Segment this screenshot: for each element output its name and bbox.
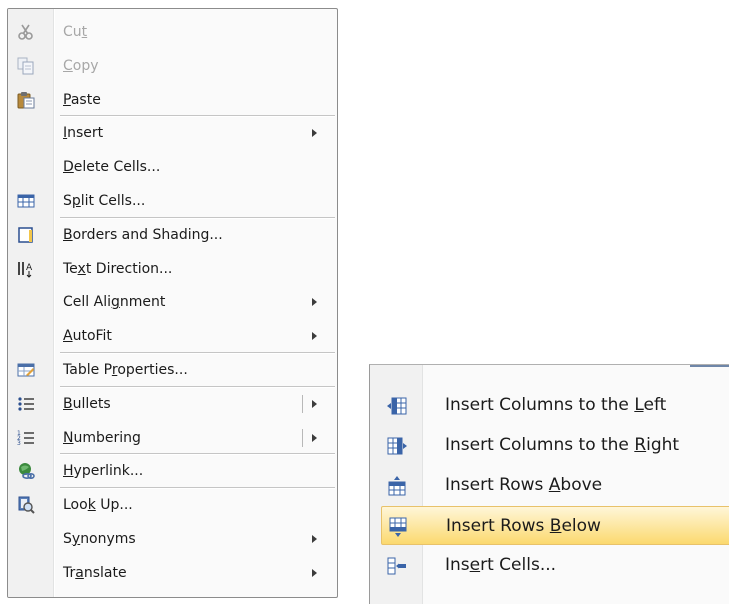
look-up-icon xyxy=(17,496,35,514)
menu-item-hyperlink[interactable]: Hyperlink... xyxy=(8,454,337,488)
menu-item-label: Copy xyxy=(63,57,99,74)
menu-item-insert-rows-above[interactable]: Insert Rows Above xyxy=(370,466,729,505)
menu-item-look-up[interactable]: Look Up... xyxy=(8,488,337,522)
table-properties-icon xyxy=(17,361,35,379)
menu-item-label: Hyperlink... xyxy=(63,463,144,480)
menu-item-label: Synonyms xyxy=(63,530,136,547)
menu-item-synonyms[interactable]: Synonyms xyxy=(8,522,337,556)
menu-item-label: Numbering xyxy=(63,429,141,446)
insert-rows-below-icon xyxy=(388,517,408,537)
split-cells-icon xyxy=(17,192,35,210)
menu-item-copy[interactable]: Copy xyxy=(8,49,337,83)
menu-item-delete-cells[interactable]: Delete Cells... xyxy=(8,150,337,184)
insert-submenu: Insert Columns to the Left Insert Column… xyxy=(369,364,729,604)
split-divider xyxy=(302,394,303,413)
insert-columns-right-icon xyxy=(387,436,407,456)
submenu-arrow-icon xyxy=(312,568,317,577)
submenu-arrow-icon[interactable] xyxy=(312,433,317,442)
menu-item-table-properties[interactable]: Table Properties... xyxy=(8,353,337,387)
menu-item-label: Table Properties... xyxy=(63,361,188,378)
menu-item-label: Insert Rows Below xyxy=(446,516,601,536)
submenu-top-edge xyxy=(690,365,729,367)
menu-item-label: Translate xyxy=(63,564,127,581)
menu-item-autofit[interactable]: AutoFit xyxy=(8,319,337,353)
menu-item-insert[interactable]: Insert xyxy=(8,116,337,150)
menu-item-label: Cut xyxy=(63,24,88,40)
menu-item-translate[interactable]: Translate xyxy=(8,556,337,590)
menu-item-bullets[interactable]: Bullets xyxy=(8,387,337,421)
menu-item-insert-columns-right[interactable]: Insert Columns to the Right xyxy=(370,426,729,465)
insert-rows-above-icon xyxy=(387,476,407,496)
menu-item-label: Split Cells... xyxy=(63,192,146,209)
menu-item-label: Insert Columns to the Right xyxy=(445,435,680,455)
table-context-menu: Cut Copy Paste Insert Delete Cells... Sp… xyxy=(7,8,338,598)
menu-item-label: Insert xyxy=(63,125,104,142)
borders-icon xyxy=(17,226,35,244)
menu-item-label: Insert Rows Above xyxy=(445,475,603,495)
submenu-arrow-icon xyxy=(312,129,317,138)
menu-item-insert-columns-left[interactable]: Insert Columns to the Left xyxy=(370,386,729,425)
submenu-arrow-icon[interactable] xyxy=(312,399,317,408)
menu-item-numbering[interactable]: 123 Numbering xyxy=(8,421,337,455)
submenu-arrow-icon xyxy=(312,332,317,341)
menu-item-cell-alignment[interactable]: Cell Alignment xyxy=(8,285,337,319)
menu-item-label: Insert Cells... xyxy=(445,555,557,575)
text-direction-icon: A xyxy=(17,260,35,278)
bullets-icon xyxy=(17,395,35,413)
menu-item-label: Text Direction... xyxy=(63,260,173,277)
insert-cells-icon xyxy=(387,556,407,576)
hyperlink-icon xyxy=(17,462,35,480)
menu-item-split-cells[interactable]: Split Cells... xyxy=(8,184,337,218)
menu-item-cut[interactable]: Cut xyxy=(8,15,337,49)
menu-item-label: Delete Cells... xyxy=(63,159,161,176)
scissors-icon xyxy=(17,23,35,41)
menu-item-paste[interactable]: Paste xyxy=(8,83,337,117)
paste-icon xyxy=(17,91,35,109)
menu-item-label: Look Up... xyxy=(63,497,133,514)
menu-item-text-direction[interactable]: A Text Direction... xyxy=(8,252,337,286)
copy-icon xyxy=(17,57,35,75)
submenu-arrow-icon xyxy=(312,298,317,307)
menu-item-insert-cells[interactable]: Insert Cells... xyxy=(370,546,729,585)
menu-item-label: Insert Columns to the Left xyxy=(445,395,667,415)
insert-columns-left-icon xyxy=(387,396,407,416)
svg-text:3: 3 xyxy=(17,440,21,447)
submenu-arrow-icon xyxy=(312,534,317,543)
numbering-icon: 123 xyxy=(17,429,35,447)
menu-item-label: AutoFit xyxy=(63,328,112,345)
menu-item-insert-rows-below[interactable]: Insert Rows Below xyxy=(381,506,729,545)
menu-item-label: Paste xyxy=(63,91,101,108)
split-divider xyxy=(302,428,303,447)
menu-item-label: Borders and Shading... xyxy=(63,226,223,243)
menu-item-label: Bullets xyxy=(63,395,111,412)
menu-item-label: Cell Alignment xyxy=(63,294,166,311)
menu-item-borders-shading[interactable]: Borders and Shading... xyxy=(8,218,337,252)
